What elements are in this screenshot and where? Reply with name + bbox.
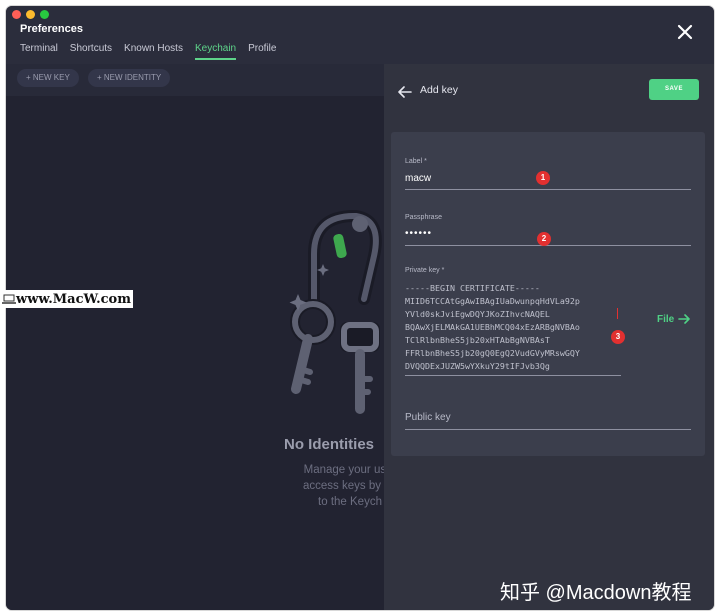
public-key-underline	[405, 429, 691, 430]
file-button-label: File	[657, 314, 675, 325]
text-caret	[617, 308, 618, 319]
close-window-button[interactable]	[12, 10, 21, 19]
step-badge-1: 1	[536, 171, 550, 185]
file-button[interactable]: File	[657, 314, 691, 325]
private-key-field-label: Private key *	[405, 267, 445, 274]
preferences-window: Preferences Terminal Shortcuts Known Hos…	[6, 6, 714, 610]
label-input-value: macw	[405, 173, 432, 184]
save-button[interactable]: SAVE	[649, 79, 699, 100]
watermark-left-text: www.MacW.com	[16, 291, 131, 307]
panel-title: Add key	[420, 84, 458, 96]
tab-profile[interactable]: Profile	[248, 43, 276, 60]
public-key-input[interactable]: Public key	[405, 412, 451, 423]
step-badge-3: 3	[611, 330, 625, 344]
add-key-form: Label * macw 1 Passphrase •••••• 2 Priva…	[391, 132, 705, 456]
new-identity-button[interactable]: + NEW IDENTITY	[88, 69, 171, 87]
empty-state-title: No Identities	[284, 436, 375, 453]
label-field-label: Label *	[405, 158, 427, 165]
zoom-window-button[interactable]	[40, 10, 49, 19]
keys-illustration	[289, 210, 382, 414]
new-key-button[interactable]: + NEW KEY	[17, 69, 79, 87]
watermark-left: www.MacW.com	[0, 290, 133, 308]
tab-terminal[interactable]: Terminal	[20, 43, 58, 60]
passphrase-field-label: Passphrase	[405, 214, 442, 221]
arrow-right-icon	[678, 314, 691, 325]
label-underline	[405, 189, 691, 190]
keychain-list-pane: + NEW KEY + NEW IDENTITY No Identities M…	[6, 64, 397, 610]
close-icon[interactable]	[677, 24, 693, 40]
back-arrow-icon[interactable]	[398, 86, 412, 98]
window-title: Preferences	[20, 23, 83, 35]
passphrase-underline	[405, 245, 691, 246]
minimize-window-button[interactable]	[26, 10, 35, 19]
tab-shortcuts[interactable]: Shortcuts	[70, 43, 112, 60]
tab-known-hosts[interactable]: Known Hosts	[124, 43, 183, 60]
laptop-icon	[2, 294, 16, 304]
step-badge-2: 2	[537, 232, 551, 246]
passphrase-input-value: ••••••	[405, 228, 433, 239]
private-key-underline	[405, 375, 621, 376]
add-key-panel: Add key SAVE Label * macw 1 Passphrase •…	[384, 64, 714, 610]
title-bar: Preferences Terminal Shortcuts Known Hos…	[6, 6, 714, 64]
keychain-toolbar: + NEW KEY + NEW IDENTITY	[6, 64, 384, 96]
tab-keychain[interactable]: Keychain	[194, 43, 237, 60]
watermark-bottom: 知乎 @Macdown教程	[500, 582, 692, 604]
private-key-textarea[interactable]: -----BEGIN CERTIFICATE----- MIID6TCCAtGg…	[405, 282, 621, 378]
preferences-tabs: Terminal Shortcuts Known Hosts Keychain …	[20, 43, 288, 60]
